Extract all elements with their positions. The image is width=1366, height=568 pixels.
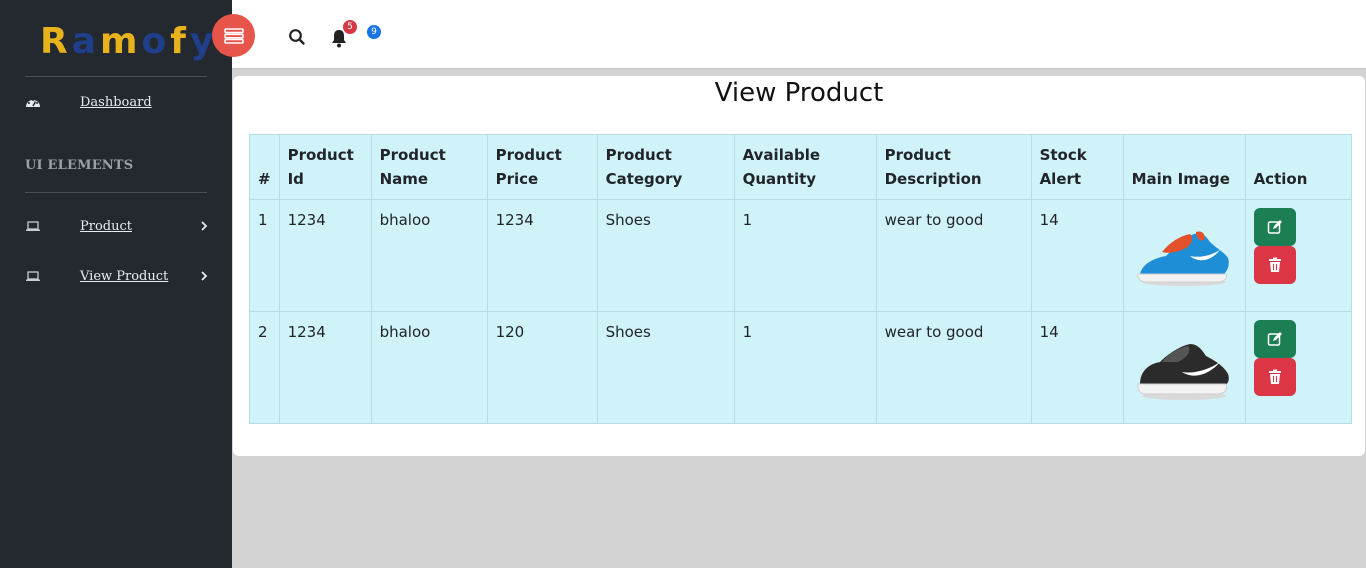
cell-actions [1244,199,1352,312]
sidebar-divider [25,192,207,193]
column-header: # [249,134,280,200]
product-image-blue-shoe [1136,231,1229,286]
sidebar-item-dashboard[interactable]: Dashboard [0,88,232,116]
cell-main-image [1122,199,1246,312]
laptop-icon [26,271,40,281]
cell-product-category: Shoes [596,311,735,424]
trash-icon [1268,369,1281,384]
content-card: View Product # Product Id Product Name P… [233,76,1365,456]
column-header: Product Description [875,134,1032,200]
chevron-right-icon[interactable] [199,270,209,282]
column-header: Product Id [278,134,372,200]
brand-logo[interactable]: Ramofyi [40,20,234,64]
column-header: Product Category [596,134,735,200]
sidebar-toggle-button[interactable] [212,14,255,57]
gauge-icon [26,99,40,107]
menu-icon [223,27,244,44]
notifications-badge: 5 [343,20,357,34]
cell-product-description: wear to good [875,199,1032,312]
sidebar-item-label: Dashboard [80,94,152,110]
messages-badge: 9 [367,25,381,39]
section-title-ui-elements: UI ELEMENTS [25,158,134,173]
cell-product-id: 1234 [278,311,372,424]
cell-product-description: wear to good [875,311,1032,424]
sidebar-item-product[interactable]: Product [0,212,232,240]
cell-index: 1 [249,199,280,312]
search-icon[interactable] [288,28,306,46]
sidebar-item-view-product[interactable]: View Product [0,262,232,290]
edit-button[interactable] [1253,208,1296,246]
delete-button[interactable] [1253,246,1296,284]
cell-product-name: bhaloo [370,311,488,424]
cell-available-quantity: 1 [733,311,877,424]
cell-product-category: Shoes [596,199,735,312]
column-header: Available Quantity [733,134,877,200]
laptop-icon [26,221,40,231]
sidebar-item-label: Product [80,218,132,234]
delete-button[interactable] [1253,358,1296,396]
cell-stock-alert: 14 [1030,311,1124,424]
cell-stock-alert: 14 [1030,199,1124,312]
product-image-black-shoe [1136,344,1229,400]
topbar [232,0,1366,69]
cell-actions [1244,311,1352,424]
sidebar-divider [25,76,207,77]
cell-product-id: 1234 [278,199,372,312]
table-header-row: # Product Id Product Name Product Price … [249,134,1352,200]
column-header: Stock Alert [1030,134,1124,200]
chevron-right-icon[interactable] [199,220,209,232]
products-table: # Product Id Product Name Product Price … [249,134,1352,424]
column-header: Main Image [1122,134,1246,200]
column-header: Product Price [486,134,598,200]
trash-icon [1268,257,1281,272]
cell-main-image [1122,311,1246,424]
edit-icon [1267,332,1282,346]
column-header: Product Name [370,134,488,200]
edit-icon [1267,220,1282,234]
cell-index: 2 [249,311,280,424]
cell-product-price: 1234 [486,199,598,312]
sidebar-item-label: View Product [80,268,169,284]
sidebar: Ramofyi Dashboard UI ELEMENTS Product Vi… [0,0,232,568]
table-row: 1 1234 bhaloo 1234 Shoes 1 wear to good … [249,199,1352,312]
cell-product-price: 120 [486,311,598,424]
column-header: Action [1244,134,1352,200]
edit-button[interactable] [1253,320,1296,358]
cell-product-name: bhaloo [370,199,488,312]
cell-available-quantity: 1 [733,199,877,312]
page-title: View Product [714,78,884,108]
table-row: 2 1234 bhaloo 120 Shoes 1 wear to good 1… [249,311,1352,424]
